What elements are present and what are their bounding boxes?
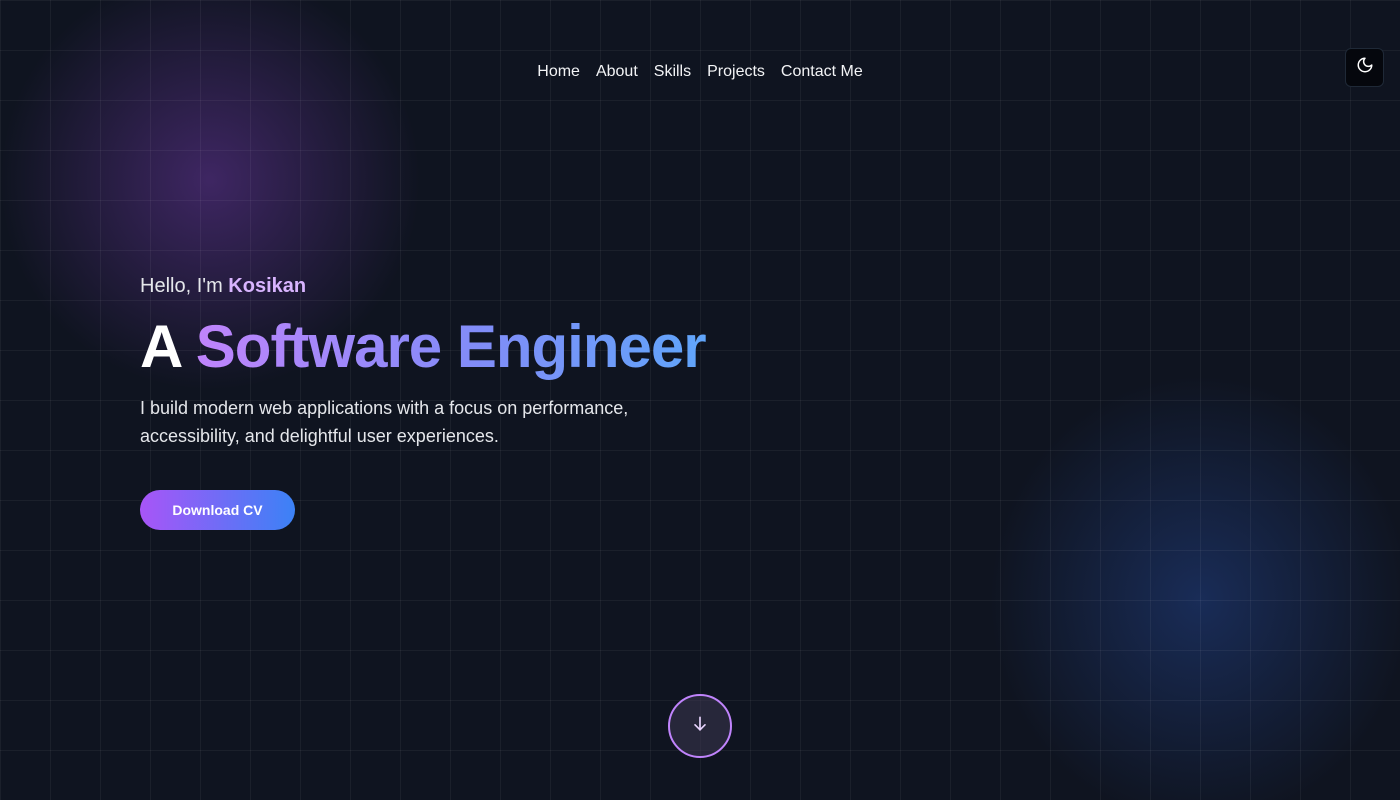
theme-toggle-button[interactable]	[1345, 48, 1384, 87]
nav-item-contact[interactable]: Contact Me	[781, 60, 863, 84]
download-cv-button[interactable]: Download CV	[140, 490, 295, 530]
nav-item-home[interactable]: Home	[537, 60, 580, 84]
nav-item-skills[interactable]: Skills	[654, 60, 691, 84]
arrow-down-icon	[690, 714, 710, 739]
greeting: Hello, I'm Kosikan	[140, 272, 840, 300]
page-title: A Software Engineer	[140, 314, 840, 380]
main-nav: Home About Skills Projects Contact Me	[0, 60, 1400, 84]
greeting-prefix: Hello, I'm	[140, 275, 229, 297]
greeting-name: Kosikan	[228, 275, 307, 297]
scroll-down-button[interactable]	[668, 694, 732, 758]
headline-role: Software Engineer	[195, 313, 707, 380]
nav-item-about[interactable]: About	[596, 60, 638, 84]
tagline: I build modern web applications with a f…	[140, 398, 629, 446]
hero-section: Hello, I'm Kosikan A Software Engineer I…	[140, 272, 840, 530]
moon-icon	[1356, 56, 1374, 79]
headline-prefix: A	[140, 313, 196, 380]
nav-item-projects[interactable]: Projects	[707, 60, 765, 84]
